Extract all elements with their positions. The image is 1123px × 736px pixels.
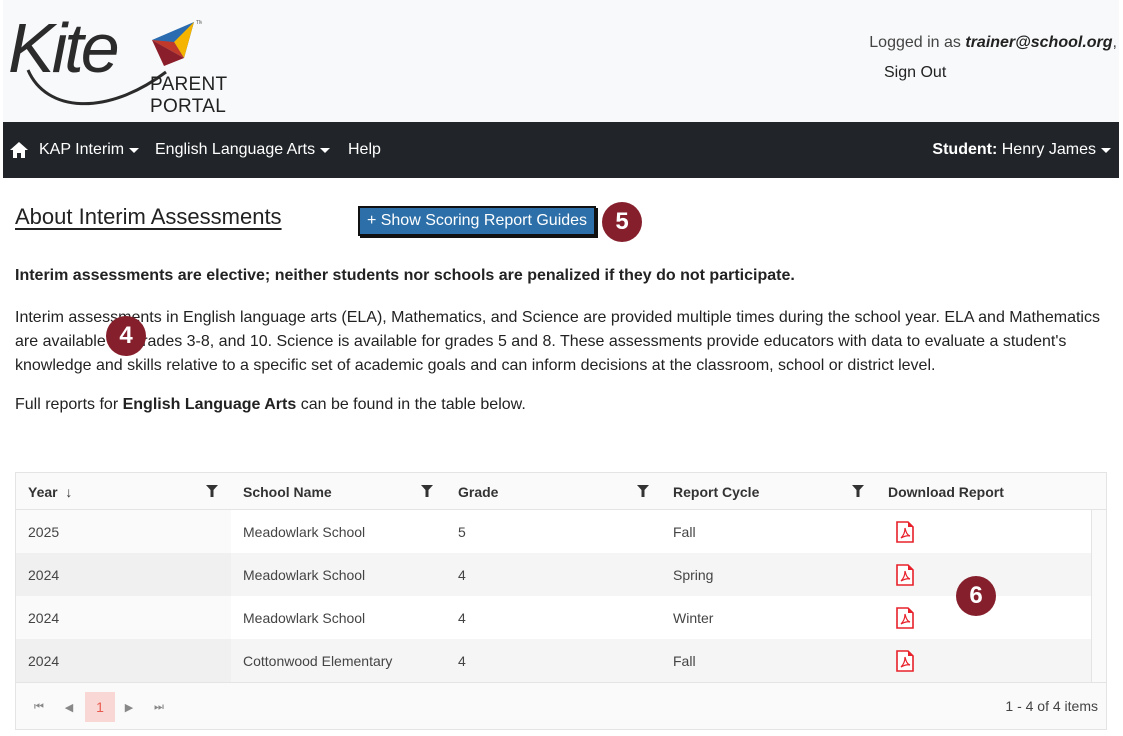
reports-subject: English Language Arts bbox=[122, 396, 297, 413]
login-info: Logged in as trainer@school.org, bbox=[869, 34, 1117, 52]
cell-cycle: Fall bbox=[673, 652, 696, 669]
table-row: 2024 Meadowlark School 4 Winter bbox=[16, 596, 1091, 639]
filter-icon[interactable] bbox=[637, 485, 649, 497]
chevron-down-icon bbox=[129, 147, 140, 153]
column-header-download: Download Report bbox=[876, 473, 1091, 510]
navbar: KAP Interim English Language Arts Help S… bbox=[3, 122, 1119, 178]
table-row: 2024 Meadowlark School 4 Spring bbox=[16, 553, 1091, 596]
pager-info: 1 - 4 of 4 items bbox=[1005, 698, 1098, 714]
kite-icon: TM bbox=[152, 20, 202, 66]
sort-desc-icon: ↓ bbox=[65, 483, 73, 500]
sign-out-link[interactable]: Sign Out bbox=[884, 64, 946, 82]
cell-school: Cottonwood Elementary bbox=[243, 652, 393, 669]
nav-kap-interim-label: KAP Interim bbox=[39, 141, 125, 158]
cell-school: Meadowlark School bbox=[243, 523, 366, 540]
about-interim-link[interactable]: About Interim Assessments bbox=[15, 204, 282, 230]
nav-help[interactable]: Help bbox=[348, 141, 381, 159]
reports-prefix: Full reports for bbox=[15, 396, 123, 413]
cell-grade: 4 bbox=[458, 566, 466, 583]
header: Kite TM PARENT PORTAL Logged in as train… bbox=[3, 0, 1119, 122]
chevron-down-icon bbox=[320, 147, 331, 153]
reports-note: Full reports for English Language Arts c… bbox=[15, 396, 526, 414]
next-page-icon[interactable]: ▶ bbox=[114, 692, 144, 722]
svg-text:TM: TM bbox=[196, 20, 202, 26]
table-row: 2025 Meadowlark School 5 Fall bbox=[16, 510, 1091, 553]
table-header: Year ↓ School Name Grade Report Cycle Do… bbox=[16, 473, 1106, 510]
column-label: Grade bbox=[458, 483, 499, 500]
column-header-report-cycle[interactable]: Report Cycle bbox=[661, 473, 876, 510]
cell-cycle: Fall bbox=[673, 523, 696, 540]
cell-download bbox=[876, 639, 1091, 682]
column-label: School Name bbox=[243, 483, 332, 500]
logo-word: Kite bbox=[8, 9, 120, 87]
elective-notice: Interim assessments are elective; neithe… bbox=[15, 267, 795, 284]
cell-school: Meadowlark School bbox=[243, 566, 366, 583]
page-button-current[interactable]: 1 bbox=[85, 692, 115, 722]
student-label: Student: bbox=[932, 141, 998, 158]
pdf-icon[interactable] bbox=[896, 649, 914, 672]
cell-year: 2024 bbox=[28, 609, 60, 626]
logged-in-suffix: , bbox=[1112, 34, 1117, 51]
home-icon[interactable] bbox=[9, 141, 29, 159]
logo-subtitle: PARENT PORTAL bbox=[150, 74, 228, 117]
reports-table: Year ↓ School Name Grade Report Cycle Do… bbox=[15, 472, 1107, 730]
cell-school: Meadowlark School bbox=[243, 609, 366, 626]
table-row: 2024 Cottonwood Elementary 4 Fall bbox=[16, 639, 1091, 682]
pdf-icon[interactable] bbox=[896, 563, 914, 586]
cell-download bbox=[876, 510, 1091, 553]
column-header-grade[interactable]: Grade bbox=[446, 473, 661, 510]
last-page-icon[interactable]: ⏭ bbox=[144, 692, 174, 722]
logged-in-prefix: Logged in as bbox=[869, 34, 966, 51]
column-header-year[interactable]: Year ↓ bbox=[16, 473, 231, 510]
pager: ⏮ ◀ 1 ▶ ⏭ 1 - 4 of 4 items bbox=[16, 682, 1106, 729]
cell-cycle: Spring bbox=[673, 566, 714, 583]
cell-grade: 5 bbox=[458, 523, 466, 540]
column-label: Download Report bbox=[888, 483, 1004, 500]
show-scoring-guides-button[interactable]: + Show Scoring Report Guides bbox=[358, 206, 596, 236]
cell-grade: 4 bbox=[458, 652, 466, 669]
callout-badge-6: 6 bbox=[956, 576, 996, 616]
filter-icon[interactable] bbox=[206, 485, 218, 497]
pdf-icon[interactable] bbox=[896, 520, 914, 543]
table-scrollbar[interactable] bbox=[1091, 510, 1106, 682]
callout-badge-4: 4 bbox=[106, 316, 146, 356]
nav-subject-label: English Language Arts bbox=[155, 141, 316, 158]
nav-subject-dropdown[interactable]: English Language Arts bbox=[155, 141, 331, 159]
student-name: Henry James bbox=[1001, 141, 1096, 158]
callout-badge-5: 5 bbox=[602, 202, 642, 242]
pdf-icon[interactable] bbox=[896, 606, 914, 629]
nav-kap-interim-dropdown[interactable]: KAP Interim bbox=[39, 141, 140, 159]
cell-year: 2024 bbox=[28, 652, 60, 669]
cell-cycle: Winter bbox=[673, 609, 714, 626]
filter-icon[interactable] bbox=[421, 485, 433, 497]
nav-help-label: Help bbox=[348, 141, 381, 158]
kite-logo[interactable]: Kite TM PARENT PORTAL bbox=[6, 9, 296, 117]
cell-grade: 4 bbox=[458, 609, 466, 626]
column-label: Year bbox=[28, 483, 58, 500]
first-page-icon[interactable]: ⏮ bbox=[24, 692, 54, 722]
chevron-down-icon bbox=[1101, 147, 1111, 153]
description-paragraph: Interim assessments in English language … bbox=[15, 309, 1100, 374]
cell-year: 2025 bbox=[28, 523, 60, 540]
user-email: trainer@school.org bbox=[965, 34, 1113, 51]
column-header-school[interactable]: School Name bbox=[231, 473, 446, 510]
filter-icon[interactable] bbox=[852, 485, 864, 497]
prev-page-icon[interactable]: ◀ bbox=[54, 692, 84, 722]
column-label: Report Cycle bbox=[673, 483, 760, 500]
cell-year: 2024 bbox=[28, 566, 60, 583]
student-selector[interactable]: Student: Henry James bbox=[932, 141, 1111, 159]
reports-suffix: can be found in the table below. bbox=[296, 396, 526, 413]
